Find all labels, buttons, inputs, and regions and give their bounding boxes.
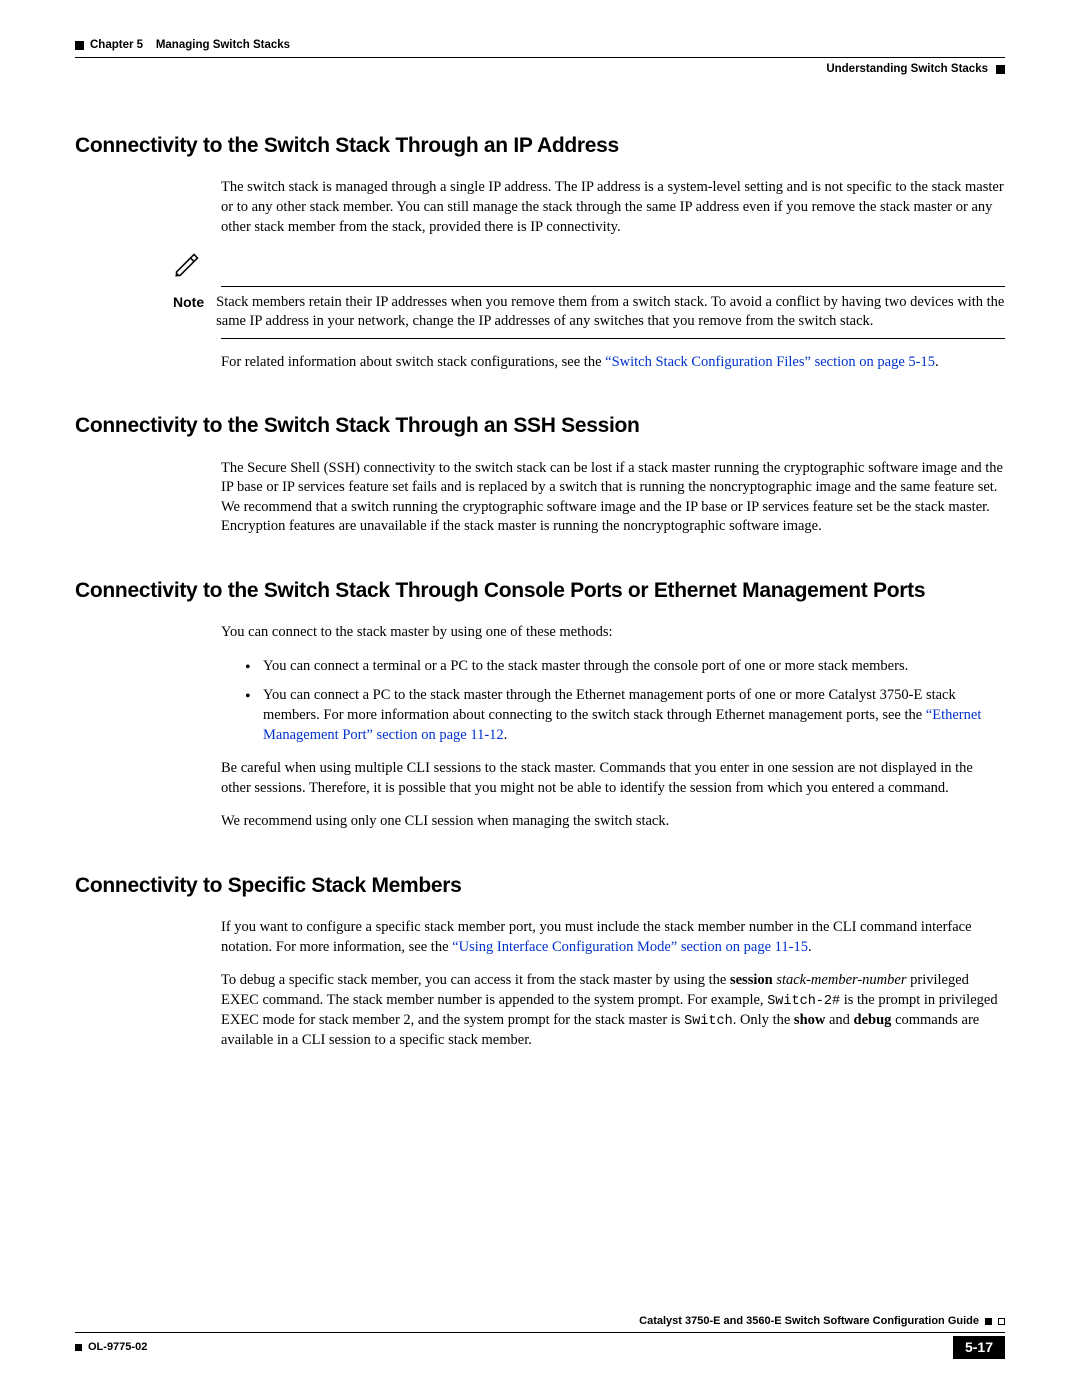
section-heading-ssh: Connectivity to the Switch Stack Through… xyxy=(75,412,1005,440)
section-heading-specific: Connectivity to Specific Stack Members xyxy=(75,872,1005,900)
list-item: You can connect a terminal or a PC to th… xyxy=(245,657,1005,677)
section-heading-ip: Connectivity to the Switch Stack Through… xyxy=(75,132,1005,160)
chapter-label: Chapter 5 Managing Switch Stacks xyxy=(90,38,290,54)
body-text: To debug a specific stack member, you ca… xyxy=(221,971,1005,1051)
cross-reference-link[interactable]: “Using Interface Configuration Mode” sec… xyxy=(452,939,808,955)
note-label: Note xyxy=(173,293,204,312)
bullet-mark-icon xyxy=(75,41,84,50)
bullet-mark-icon xyxy=(996,65,1005,74)
page-header: Chapter 5 Managing Switch Stacks xyxy=(75,38,1005,54)
page-subheader: Understanding Switch Stacks xyxy=(75,62,1005,78)
footer-guide-title: Catalyst 3750-E and 3560-E Switch Softwa… xyxy=(639,1314,979,1329)
body-text: The switch stack is managed through a si… xyxy=(221,178,1005,237)
cross-reference-link[interactable]: “Switch Stack Configuration Files” secti… xyxy=(605,354,935,370)
body-text: You can connect to the stack master by u… xyxy=(221,623,1005,643)
header-rule xyxy=(75,57,1005,58)
note-block: Note Stack members retain their IP addre… xyxy=(75,251,1005,339)
pencil-icon xyxy=(173,267,201,283)
page-footer: Catalyst 3750-E and 3560-E Switch Softwa… xyxy=(75,1314,1005,1359)
bullet-mark-icon xyxy=(75,1344,82,1351)
bullet-list: You can connect a terminal or a PC to th… xyxy=(245,657,1005,745)
document-page: Chapter 5 Managing Switch Stacks Underst… xyxy=(0,0,1080,1397)
body-text: Be careful when using multiple CLI sessi… xyxy=(221,759,1005,798)
note-text: Stack members retain their IP addresses … xyxy=(216,293,1005,332)
body-text: If you want to configure a specific stac… xyxy=(221,918,1005,957)
body-text: We recommend using only one CLI session … xyxy=(221,812,1005,832)
body-text: For related information about switch sta… xyxy=(221,353,1005,373)
footer-doc-id: OL-9775-02 xyxy=(88,1340,147,1355)
section-heading-console: Connectivity to the Switch Stack Through… xyxy=(75,577,1005,605)
body-text: The Secure Shell (SSH) connectivity to t… xyxy=(221,459,1005,537)
page-number: 5-17 xyxy=(953,1336,1005,1359)
bullet-mark-icon xyxy=(985,1318,992,1325)
bullet-mark-icon xyxy=(998,1318,1005,1325)
list-item: You can connect a PC to the stack master… xyxy=(245,686,1005,745)
